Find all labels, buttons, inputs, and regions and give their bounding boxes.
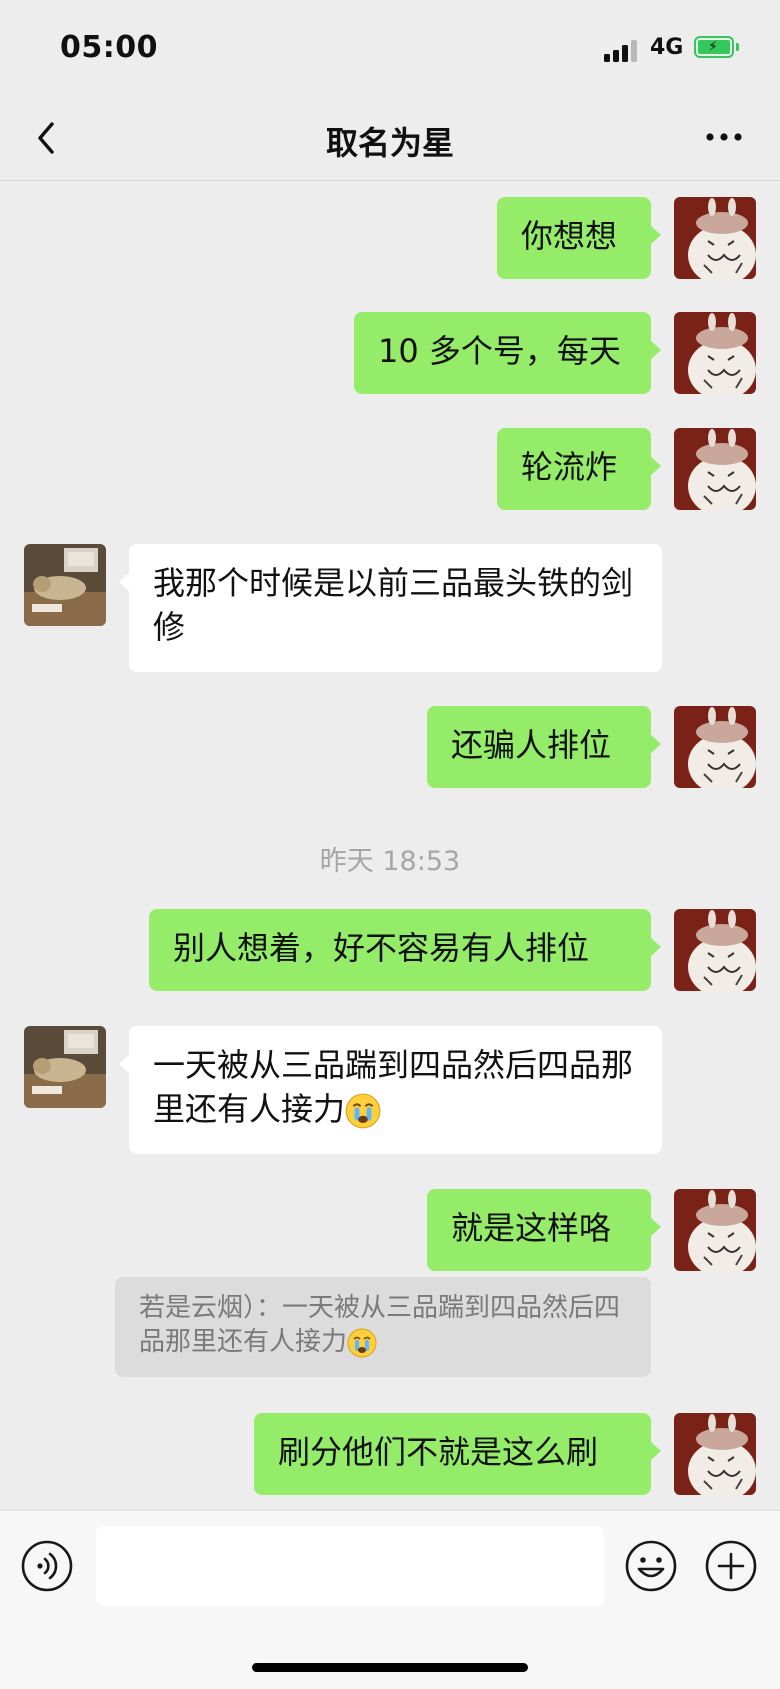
- contact-avatar[interactable]: [24, 1026, 106, 1108]
- message-text: 别人想着，好不容易有人排位: [173, 929, 590, 967]
- message-bubble-outgoing[interactable]: 就是这样咯: [427, 1189, 661, 1271]
- message-bubble-outgoing[interactable]: 10 多个号，每天: [354, 312, 661, 394]
- quoted-reply[interactable]: 若是云烟）：一天被从三品踹到四品然后四品那里还有人接力: [115, 1277, 651, 1377]
- message-input[interactable]: [96, 1526, 604, 1606]
- message-text: 一天被从三品踹到四品然后四品那里还有人接力: [153, 1046, 634, 1128]
- message-text: 还骗人排位: [451, 726, 612, 764]
- my-avatar[interactable]: [674, 909, 756, 991]
- message-bubble-outgoing[interactable]: 还骗人排位: [427, 706, 661, 788]
- my-avatar[interactable]: [674, 428, 756, 510]
- message-bubble-outgoing[interactable]: 你想想: [497, 197, 661, 279]
- message-text: 10 多个号，每天: [378, 332, 621, 370]
- message-bubble-incoming[interactable]: 一天被从三品踹到四品然后四品那里还有人接力: [119, 1026, 662, 1154]
- message-text: 你想想: [521, 217, 618, 255]
- input-bar: [0, 1510, 780, 1689]
- more-dots-icon[interactable]: [700, 120, 750, 160]
- message-timestamp: 昨天 18:53: [319, 846, 461, 877]
- home-indicator[interactable]: [252, 1663, 528, 1672]
- contact-avatar[interactable]: [24, 544, 106, 626]
- status-bar: 05:00 4G ⚡: [0, 0, 780, 100]
- message-bubble-outgoing[interactable]: 轮流炸: [497, 428, 661, 510]
- message-bubble-incoming[interactable]: 我那个时候是以前三品最头铁的剑修: [119, 544, 662, 672]
- message-text: 就是这样咯: [451, 1209, 612, 1247]
- my-avatar[interactable]: [674, 197, 756, 279]
- my-avatar[interactable]: [674, 1189, 756, 1271]
- battery-charging-icon: ⚡: [694, 36, 739, 58]
- plus-icon[interactable]: [704, 1539, 758, 1593]
- message-bubble-outgoing[interactable]: 别人想着，好不容易有人排位: [149, 909, 661, 991]
- message-text: 刷分他们不就是这么刷: [278, 1433, 599, 1471]
- my-avatar[interactable]: [674, 706, 756, 788]
- network-type: 4G: [650, 35, 684, 60]
- status-time: 05:00: [60, 30, 158, 65]
- chat-title: 取名为星: [325, 124, 454, 162]
- message-text: 轮流炸: [521, 448, 618, 486]
- crying-face-emoji: [347, 1327, 377, 1358]
- quote-text: 若是云烟）：一天被从三品踹到四品然后四品那里还有人接力: [139, 1293, 621, 1357]
- cellular-signal-icon: [604, 38, 640, 62]
- message-text: 我那个时候是以前三品最头铁的剑修: [153, 564, 634, 646]
- message-list[interactable]: 你想想 10 多个号，每天 轮流炸 我那个时候是以前三品最头铁的剑修 还骗人排位…: [0, 181, 780, 1509]
- chat-header: 取名为星: [0, 100, 780, 181]
- emoji-icon[interactable]: [624, 1539, 678, 1593]
- crying-face-emoji: [345, 1093, 381, 1129]
- my-avatar[interactable]: [674, 312, 756, 394]
- my-avatar[interactable]: [674, 1413, 756, 1495]
- voice-input-icon[interactable]: [20, 1539, 74, 1593]
- message-bubble-outgoing[interactable]: 刷分他们不就是这么刷: [254, 1413, 661, 1495]
